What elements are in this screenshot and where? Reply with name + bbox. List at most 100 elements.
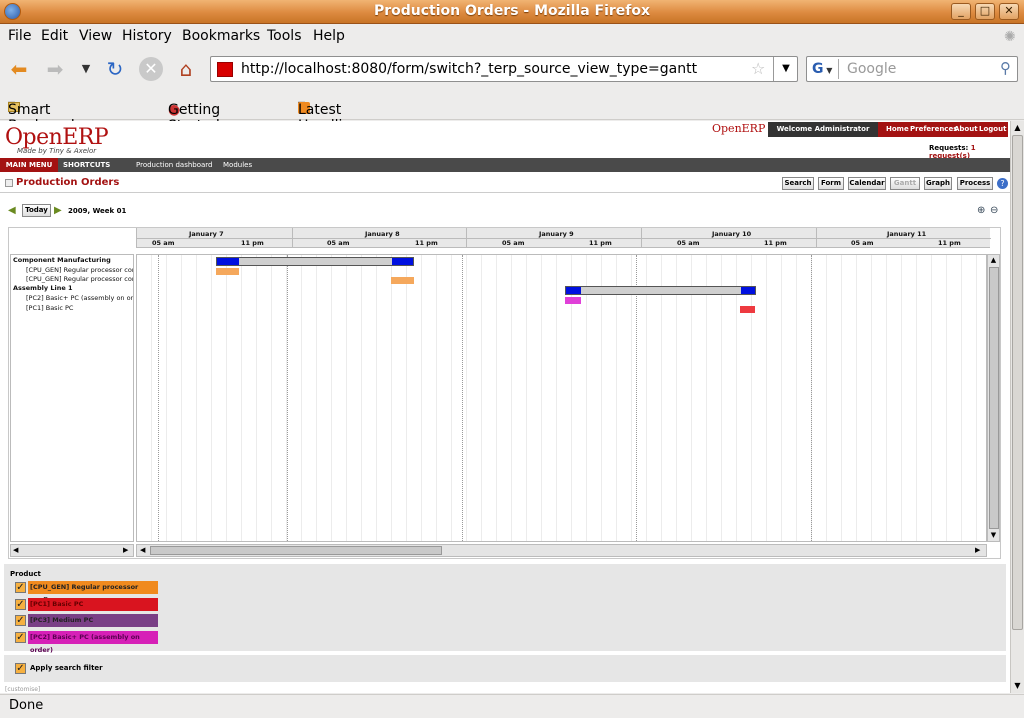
hour-label: 11 pm bbox=[241, 239, 264, 247]
today-button[interactable]: Today bbox=[22, 204, 51, 217]
main-menu-tab[interactable]: MAIN MENU bbox=[0, 158, 58, 172]
page-vertical-scrollbar[interactable]: ▲ ▼ bbox=[1010, 121, 1024, 693]
group-row-label[interactable]: Component Manufacturing bbox=[13, 256, 111, 264]
erp-mini-logo: OpenERP bbox=[712, 122, 766, 135]
filter-panel: ✓ Apply search filter bbox=[4, 655, 1006, 682]
task-row-label[interactable]: [PC2] Basic+ PC (assembly on ord bbox=[26, 294, 133, 302]
home-link[interactable]: Home bbox=[886, 122, 909, 137]
chart-horizontal-scrollbar[interactable]: ◀ ▶ bbox=[136, 544, 987, 557]
hour-label: 11 pm bbox=[415, 239, 438, 247]
hour-label: 11 pm bbox=[764, 239, 787, 247]
prev-period-icon[interactable]: ◀ bbox=[8, 205, 16, 216]
task-row-label[interactable]: [PC1] Basic PC bbox=[26, 304, 73, 312]
web-content: OpenERP Made by Tiny & Axelor OpenERP We… bbox=[0, 121, 1010, 693]
legend-checkbox[interactable]: ✓ bbox=[15, 632, 26, 643]
bookmark-star-icon[interactable]: ☆ bbox=[751, 59, 765, 78]
top-links-bar: Home Preferences About Logout bbox=[878, 122, 1008, 137]
menu-help[interactable]: Help bbox=[313, 28, 345, 44]
task-bar[interactable] bbox=[740, 306, 755, 313]
graph-view-button[interactable]: Graph bbox=[924, 177, 952, 190]
legend-title: Product bbox=[10, 570, 41, 578]
about-link[interactable]: About bbox=[954, 122, 978, 137]
task-bar[interactable] bbox=[565, 297, 581, 304]
legend-checkbox[interactable]: ✓ bbox=[15, 582, 26, 593]
apply-filter-checkbox[interactable]: ✓ bbox=[15, 663, 26, 674]
task-row-label[interactable]: [CPU_GEN] Regular processor confi bbox=[26, 266, 133, 274]
stop-icon[interactable]: ✕ bbox=[139, 57, 163, 81]
group-row-label[interactable]: Assembly Line 1 bbox=[13, 284, 73, 292]
search-input[interactable]: Google bbox=[847, 61, 896, 77]
group-bar[interactable] bbox=[216, 257, 414, 266]
menu-tools[interactable]: Tools bbox=[267, 28, 302, 44]
legend-checkbox[interactable]: ✓ bbox=[15, 615, 26, 626]
calendar-view-button[interactable]: Calendar bbox=[848, 177, 886, 190]
bookmarks-toolbar: Smart Bookmarks ▾ ●Getting Started Lates… bbox=[0, 92, 1024, 134]
separator-line bbox=[0, 192, 1010, 193]
group-bar[interactable] bbox=[565, 286, 756, 295]
help-icon[interactable]: ? bbox=[997, 178, 1008, 189]
legend-item: [PC3] Medium PC bbox=[28, 614, 158, 627]
search-box[interactable]: G ▼ Google ⚲ bbox=[806, 56, 1018, 82]
form-view-button[interactable]: Form bbox=[818, 177, 844, 190]
gantt-view-button[interactable]: Gantt bbox=[890, 177, 920, 190]
legend-checkbox[interactable]: ✓ bbox=[15, 599, 26, 610]
hour-label: 05 am bbox=[502, 239, 525, 247]
hour-label: 11 pm bbox=[938, 239, 961, 247]
hour-label: 05 am bbox=[677, 239, 700, 247]
logout-link[interactable]: Logout bbox=[979, 122, 1006, 137]
search-view-button[interactable]: Search bbox=[782, 177, 814, 190]
search-icon[interactable]: ⚲ bbox=[1000, 59, 1011, 77]
menu-file[interactable]: File bbox=[8, 28, 31, 44]
next-period-icon[interactable]: ▶ bbox=[54, 205, 62, 216]
labels-horizontal-scrollbar[interactable]: ◀ ▶ bbox=[10, 544, 134, 557]
history-dropdown-icon[interactable]: ▼ bbox=[74, 57, 98, 81]
google-icon[interactable]: G ▼ bbox=[809, 59, 839, 79]
production-dashboard-shortcut[interactable]: Production dashboard bbox=[136, 158, 213, 172]
menu-history[interactable]: History bbox=[122, 28, 172, 44]
hour-label: 05 am bbox=[327, 239, 350, 247]
gantt-vertical-scrollbar[interactable]: ▲ ▼ bbox=[987, 254, 1000, 542]
browser-window: { "window":{"title":"Production Orders -… bbox=[0, 0, 1024, 718]
url-dropdown-icon[interactable]: ▼ bbox=[773, 57, 798, 81]
gantt-header: January 7 January 8 January 9 January 10… bbox=[136, 228, 991, 248]
customise-link[interactable]: [customise] bbox=[5, 686, 40, 693]
reload-icon[interactable]: ↻ bbox=[103, 57, 127, 81]
gantt-row-labels: Component Manufacturing [CPU_GEN] Regula… bbox=[10, 254, 134, 542]
task-bar[interactable] bbox=[391, 277, 414, 284]
url-bar[interactable]: http://localhost:8080/form/switch?_terp_… bbox=[210, 56, 798, 82]
zoom-in-icon[interactable]: ⊕ bbox=[977, 205, 985, 216]
zoom-out-icon[interactable]: ⊖ bbox=[990, 205, 998, 216]
preferences-link[interactable]: Preferences bbox=[910, 122, 957, 137]
task-row-label[interactable]: [CPU_GEN] Regular processor confi bbox=[26, 275, 133, 283]
hour-label: 05 am bbox=[851, 239, 874, 247]
gantt-chart-area bbox=[136, 254, 987, 542]
url-text: http://localhost:8080/form/switch?_terp_… bbox=[241, 61, 698, 77]
maximize-icon[interactable]: □ bbox=[975, 3, 995, 20]
site-icon bbox=[217, 62, 233, 77]
home-icon[interactable]: ⌂ bbox=[174, 57, 198, 81]
forward-icon[interactable]: ➡ bbox=[43, 57, 67, 81]
task-bar[interactable] bbox=[216, 268, 239, 275]
shortcuts-tab[interactable]: SHORTCUTS bbox=[63, 158, 110, 172]
latest-headlines-folder[interactable]: Latest Headlines ▾ bbox=[298, 97, 367, 134]
day-label-jan7: January 7 bbox=[189, 230, 224, 238]
day-label-jan8: January 8 bbox=[365, 230, 400, 238]
day-label-jan11: January 11 bbox=[887, 230, 927, 238]
back-icon[interactable]: ⬅ bbox=[7, 57, 31, 81]
smart-bookmarks-folder[interactable]: Smart Bookmarks ▾ bbox=[8, 97, 86, 134]
main-menu-bar: MAIN MENU SHORTCUTS Production dashboard… bbox=[0, 158, 1010, 172]
hour-label: 05 am bbox=[152, 239, 175, 247]
day-label-jan9: January 9 bbox=[539, 230, 574, 238]
menu-view[interactable]: View bbox=[79, 28, 112, 44]
welcome-bar: Welcome Administrator bbox=[768, 122, 878, 137]
status-bar: Done bbox=[0, 694, 1024, 718]
minimize-icon[interactable]: _ bbox=[951, 3, 971, 20]
menu-bar: File Edit View History Bookmarks Tools H… bbox=[0, 25, 1024, 48]
legend-item: [CPU_GEN] Regular processor config bbox=[28, 581, 158, 604]
menu-edit[interactable]: Edit bbox=[41, 28, 68, 44]
process-view-button[interactable]: Process bbox=[957, 177, 993, 190]
close-icon[interactable]: ✕ bbox=[999, 3, 1019, 20]
menu-bookmarks[interactable]: Bookmarks bbox=[182, 28, 260, 44]
modules-shortcut[interactable]: Modules bbox=[223, 158, 252, 172]
window-title: Production Orders - Mozilla Firefox bbox=[373, 3, 651, 19]
